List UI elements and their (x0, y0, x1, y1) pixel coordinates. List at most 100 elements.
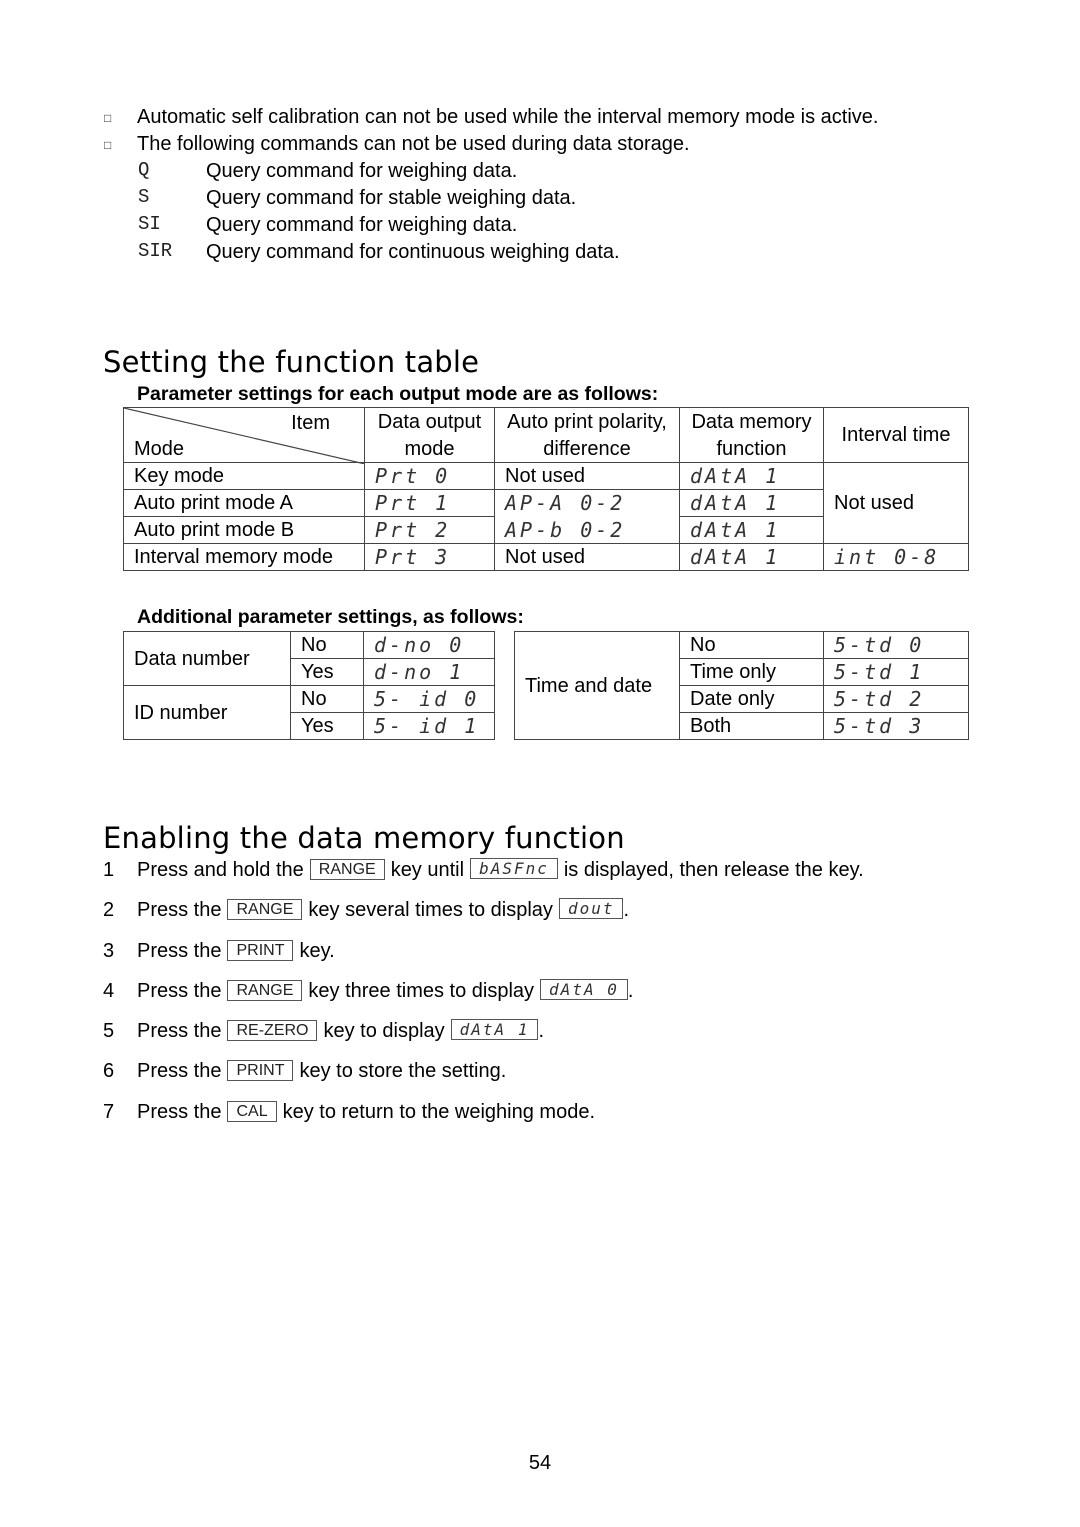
header-item: Item (291, 412, 330, 434)
command-desc: Query command for continuous weighing da… (206, 241, 620, 263)
code-cell: d-no 1 (363, 658, 495, 686)
step-text: . (538, 1020, 545, 1042)
time-date-label: Time and date (514, 631, 680, 740)
section-title: Enabling the data memory function (103, 821, 625, 855)
table-row: Key mode Prt 0 Not used dAtA 1 Not used (123, 462, 969, 544)
step-item: 4 Press the RANGE key three times to displa… (103, 978, 633, 1005)
header-data-output: Data output (364, 407, 495, 435)
option-cell: No (679, 631, 824, 659)
step-number: 2 (103, 899, 115, 921)
command-desc: Query command for stable weighing data. (206, 187, 577, 209)
option-cell: Yes (290, 712, 364, 740)
output-code: Prt 0 (364, 462, 495, 490)
step-text: key to return to the weighing mode. (282, 1101, 596, 1123)
header-data-output-2: mode (364, 435, 495, 463)
header-memory: Data memory (679, 407, 824, 435)
step-text: key to store the setting. (299, 1060, 507, 1082)
range-key: RANGE (309, 859, 385, 880)
command-code: Q (138, 159, 150, 181)
memory-code: dAtA 1 (679, 489, 824, 517)
data-number-label: Data number (123, 631, 291, 686)
code-cell: 5-td 2 (823, 685, 969, 713)
step-text: . (627, 980, 634, 1002)
interval-code: int 0-8 (823, 543, 969, 571)
step-number: 4 (103, 980, 115, 1002)
step-text: Press the (137, 980, 222, 1002)
output-code: Prt 3 (364, 543, 495, 571)
table-header-row: Item Mode Data output Auto print polarit… (123, 407, 969, 464)
step-text: Press the (137, 1060, 222, 1082)
page-number: 54 (528, 1452, 552, 1474)
code-cell: 5- id 0 (363, 685, 495, 713)
step-text: key until (390, 859, 465, 881)
option-cell: Date only (679, 685, 824, 713)
section-title: Setting the function table (103, 345, 480, 379)
step-text: Press the (137, 940, 222, 962)
code-cell: 5-td 1 (823, 658, 969, 686)
table-row: Time and date No 5-td 0 (514, 631, 969, 740)
step-text: Press and hold the (137, 859, 304, 881)
print-key: PRINT (227, 1060, 294, 1081)
command-desc: Query command for weighing data. (206, 214, 518, 236)
command-desc: Query command for weighing data. (206, 160, 518, 182)
note-text: The following commands can not be used d… (137, 133, 690, 155)
mode-cell: Key mode (123, 462, 365, 490)
step-text: key several times to display (308, 899, 553, 921)
option-cell: Yes (290, 658, 364, 686)
step-number: 1 (103, 859, 115, 881)
option-cell: No (290, 631, 364, 659)
output-code: Prt 1 (364, 489, 495, 517)
step-text: key to display (323, 1020, 445, 1042)
display-readout: dAtA 0 (540, 979, 628, 1000)
command-code: SIR (138, 240, 173, 262)
option-cell: No (290, 685, 364, 713)
step-number: 6 (103, 1060, 115, 1082)
polarity-cell: Not used (494, 543, 680, 571)
step-text: is displayed, then release the key. (563, 859, 864, 881)
option-cell: Time only (679, 658, 824, 686)
step-text: key. (299, 940, 335, 962)
code-cell: 5-td 0 (823, 631, 969, 659)
range-key: RANGE (227, 980, 303, 1001)
table-row: Interval memory mode Prt 3 Not used dAtA… (123, 543, 969, 571)
bullet-icon: □ (104, 138, 112, 152)
table-row: Data number No d-no 0 (123, 631, 495, 686)
header-mode: Mode (134, 438, 185, 460)
step-item: 3 Press the PRINT key. (103, 938, 335, 965)
bullet-icon: □ (104, 111, 112, 125)
memory-code: dAtA 1 (679, 462, 824, 490)
header-polarity-2: difference (494, 435, 680, 463)
step-item: 5 Press the RE-ZERO key to display dAtA 1. (103, 1018, 544, 1045)
header-interval: Interval time (823, 407, 969, 463)
table-subtitle: Parameter settings for each output mode … (137, 383, 659, 405)
function-table: Item Mode Data output Auto print polarit… (123, 407, 969, 571)
note-text: Automatic self calibration can not be us… (137, 106, 879, 128)
command-code: S (138, 186, 150, 208)
additional-table-right: Time and date No 5-td 0 Time only 5-td 1… (514, 631, 969, 740)
step-number: 7 (103, 1101, 115, 1123)
print-key: PRINT (227, 940, 294, 961)
step-item: 1 Press and hold the RANGE key until bASFnc i… (103, 857, 864, 884)
mode-cell: Interval memory mode (123, 543, 365, 571)
display-readout: dAtA 1 (450, 1019, 539, 1040)
code-cell: 5-td 3 (823, 712, 969, 740)
additional-table-left: Data number No d-no 0 Yes d-no 1 ID numb… (123, 631, 495, 740)
step-item: 7 Press the CAL key to return to the weighi… (103, 1099, 595, 1126)
option-cell: Both (679, 712, 824, 740)
polarity-code: AP-b 0-2 (494, 516, 680, 544)
display-readout: dout (558, 898, 624, 919)
display-readout: bASFnc (470, 858, 558, 879)
polarity-cell: Not used (494, 462, 680, 490)
mode-cell: Auto print mode A (123, 489, 365, 517)
step-number: 5 (103, 1020, 115, 1042)
step-text: Press the (137, 1101, 222, 1123)
output-code: Prt 2 (364, 516, 495, 544)
step-text: . (623, 899, 630, 921)
step-text: Press the (137, 899, 222, 921)
range-key: RANGE (227, 899, 303, 920)
code-cell: 5- id 1 (363, 712, 495, 740)
step-text: key three times to display (308, 980, 535, 1002)
re-zero-key: RE-ZERO (227, 1020, 318, 1041)
step-text: Press the (137, 1020, 222, 1042)
header-memory-2: function (679, 435, 824, 463)
